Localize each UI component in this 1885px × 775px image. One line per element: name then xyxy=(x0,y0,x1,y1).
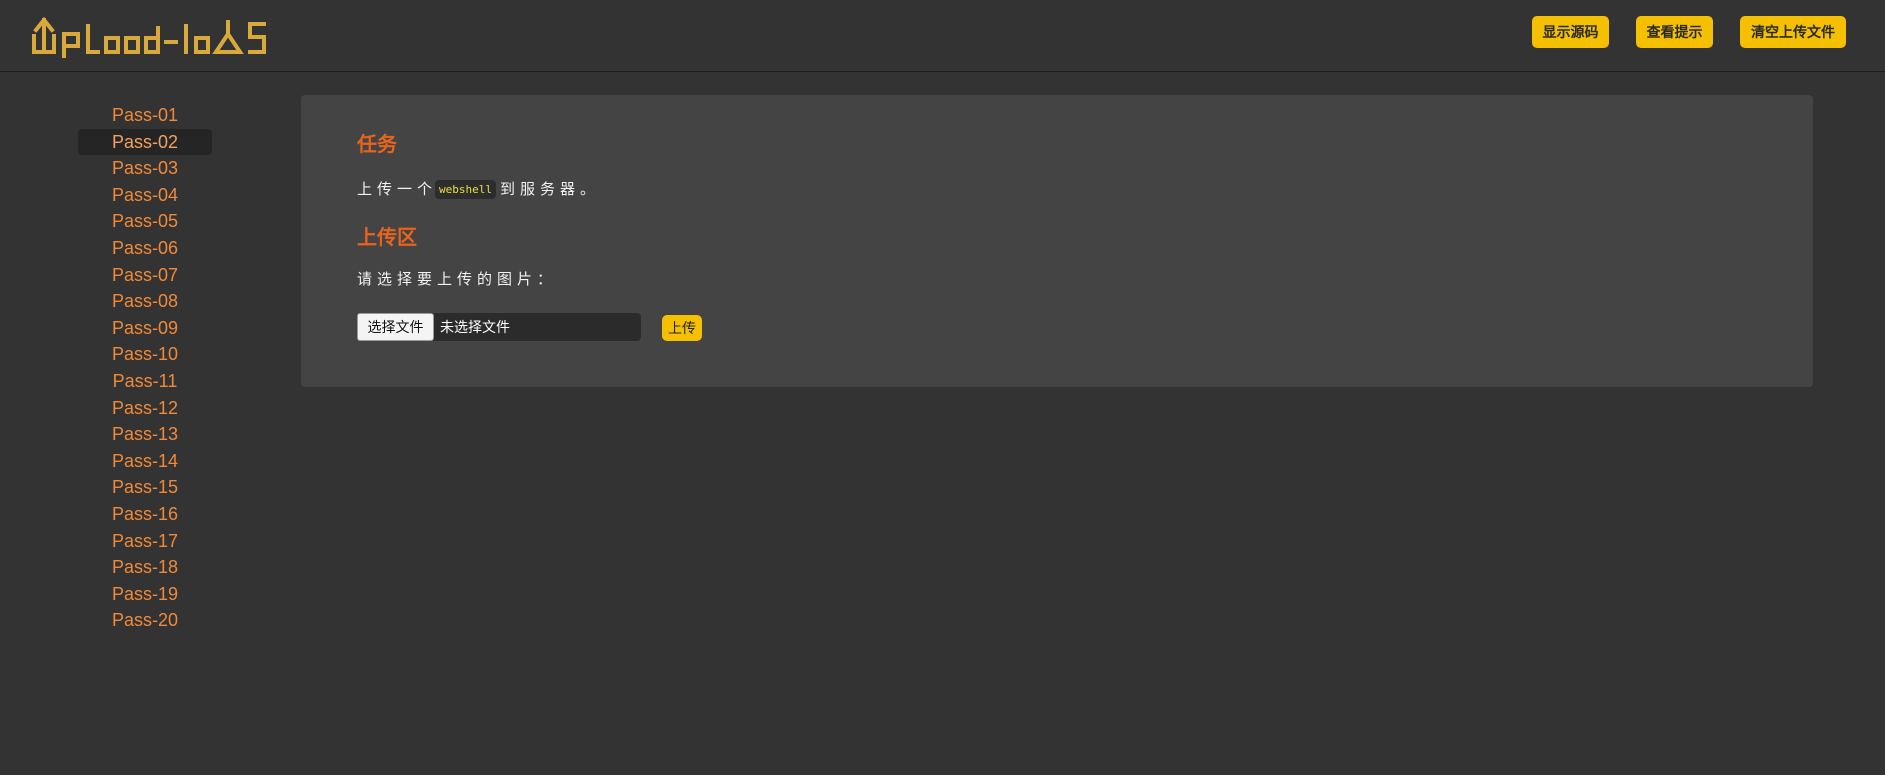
sidebar-item-pass-20[interactable]: Pass-20 xyxy=(78,607,212,634)
content-panel: 任务 上传一个 webshell 到服务器。 上传区 请选择要上传的图片： 选择文件… xyxy=(301,95,1813,387)
task-heading: 任务 xyxy=(357,132,397,156)
sidebar-item-pass-05[interactable]: Pass-05 xyxy=(78,208,212,235)
webshell-code: webshell xyxy=(435,180,496,199)
pass-sidebar: Pass-01 Pass-02 Pass-03 Pass-04 Pass-05 Pass-… xyxy=(78,102,212,634)
sidebar-item-pass-09[interactable]: Pass-09 xyxy=(78,315,212,342)
sidebar-item-pass-12[interactable]: Pass-12 xyxy=(78,395,212,422)
task-text-before: 上传一个 xyxy=(357,180,438,198)
sidebar-item-pass-02[interactable]: Pass-02 xyxy=(78,128,212,156)
sidebar-item-pass-19[interactable]: Pass-19 xyxy=(78,581,212,608)
show-source-button[interactable]: 显示源码 xyxy=(1532,16,1609,48)
sidebar-item-pass-01[interactable]: Pass-01 xyxy=(78,102,212,129)
sidebar-item-pass-18[interactable]: Pass-18 xyxy=(78,554,212,581)
sidebar-item-pass-04[interactable]: Pass-04 xyxy=(78,182,212,209)
sidebar-item-pass-15[interactable]: Pass-15 xyxy=(78,474,212,501)
choose-file-button[interactable]: 选择文件 xyxy=(357,313,434,341)
sidebar-item-pass-14[interactable]: Pass-14 xyxy=(78,448,212,475)
sidebar-item-pass-10[interactable]: Pass-10 xyxy=(78,341,212,368)
sidebar-item-pass-13[interactable]: Pass-13 xyxy=(78,421,212,448)
clear-uploads-button[interactable]: 清空上传文件 xyxy=(1740,16,1846,48)
sidebar-item-pass-08[interactable]: Pass-08 xyxy=(78,288,212,315)
sidebar-item-pass-07[interactable]: Pass-07 xyxy=(78,262,212,289)
file-status-text: 未选择文件 xyxy=(440,320,510,336)
upload-prompt: 请选择要上传的图片： xyxy=(357,270,558,288)
sidebar-item-pass-17[interactable]: Pass-17 xyxy=(78,528,212,555)
upload-submit-button[interactable]: 上传 xyxy=(662,315,702,341)
upload-heading: 上传区 xyxy=(357,225,417,249)
sidebar-item-pass-11[interactable]: Pass-11 xyxy=(78,368,212,395)
view-hint-button[interactable]: 查看提示 xyxy=(1636,16,1713,48)
sidebar-item-pass-16[interactable]: Pass-16 xyxy=(78,501,212,528)
sidebar-item-pass-03[interactable]: Pass-03 xyxy=(78,155,212,182)
sidebar-item-pass-06[interactable]: Pass-06 xyxy=(78,235,212,262)
upload-labs-logo xyxy=(32,16,266,58)
task-text-after: 到服务器。 xyxy=(500,180,601,198)
top-header: 显示源码 查看提示 清空上传文件 xyxy=(0,0,1885,72)
task-description: 上传一个 webshell 到服务器。 xyxy=(357,178,600,199)
file-input[interactable]: 选择文件 未选择文件 xyxy=(357,313,641,341)
